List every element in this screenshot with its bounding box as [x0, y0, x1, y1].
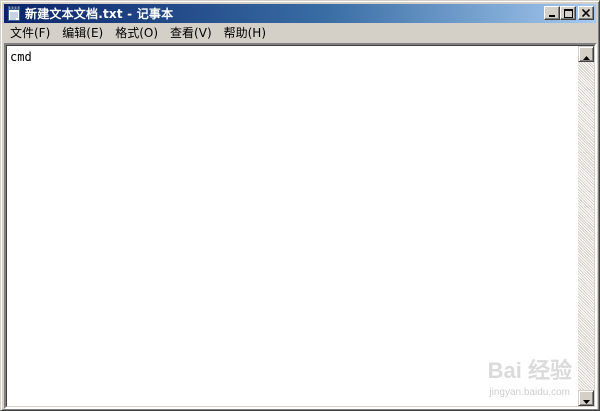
- window-controls: [544, 6, 594, 20]
- scroll-down-button[interactable]: [578, 390, 594, 406]
- minimize-button[interactable]: [544, 6, 560, 20]
- title-bar[interactable]: 新建文本文档.txt - 记事本: [4, 4, 596, 23]
- scroll-up-button[interactable]: [578, 46, 594, 62]
- notepad-icon: [7, 6, 21, 21]
- maximize-icon: [563, 8, 573, 18]
- menu-edit[interactable]: 编辑(E): [56, 24, 109, 42]
- vertical-scrollbar[interactable]: [578, 46, 594, 406]
- maximize-button[interactable]: [560, 6, 576, 20]
- arrow-up-icon: [582, 45, 590, 64]
- minimize-icon: [548, 9, 556, 17]
- menu-help[interactable]: 帮助(H): [218, 24, 272, 42]
- notepad-window: 新建文本文档.txt - 记事本 文件(F) 编辑(E) 格式(O) 查看(V)…: [0, 0, 600, 411]
- menu-format[interactable]: 格式(O): [109, 24, 164, 42]
- menu-view[interactable]: 查看(V): [164, 24, 218, 42]
- menu-bar: 文件(F) 编辑(E) 格式(O) 查看(V) 帮助(H): [4, 24, 596, 42]
- window-title: 新建文本文档.txt - 记事本: [25, 7, 174, 21]
- editor-frame: cmd Bai 经验 jingyan.baidu.com: [4, 43, 597, 409]
- menu-file[interactable]: 文件(F): [4, 24, 56, 42]
- close-icon: [582, 9, 590, 17]
- editor-frame-inner: cmd Bai 经验 jingyan.baidu.com: [6, 45, 595, 407]
- text-editor[interactable]: cmd: [7, 46, 577, 406]
- close-button[interactable]: [578, 6, 594, 20]
- arrow-down-icon: [582, 389, 590, 408]
